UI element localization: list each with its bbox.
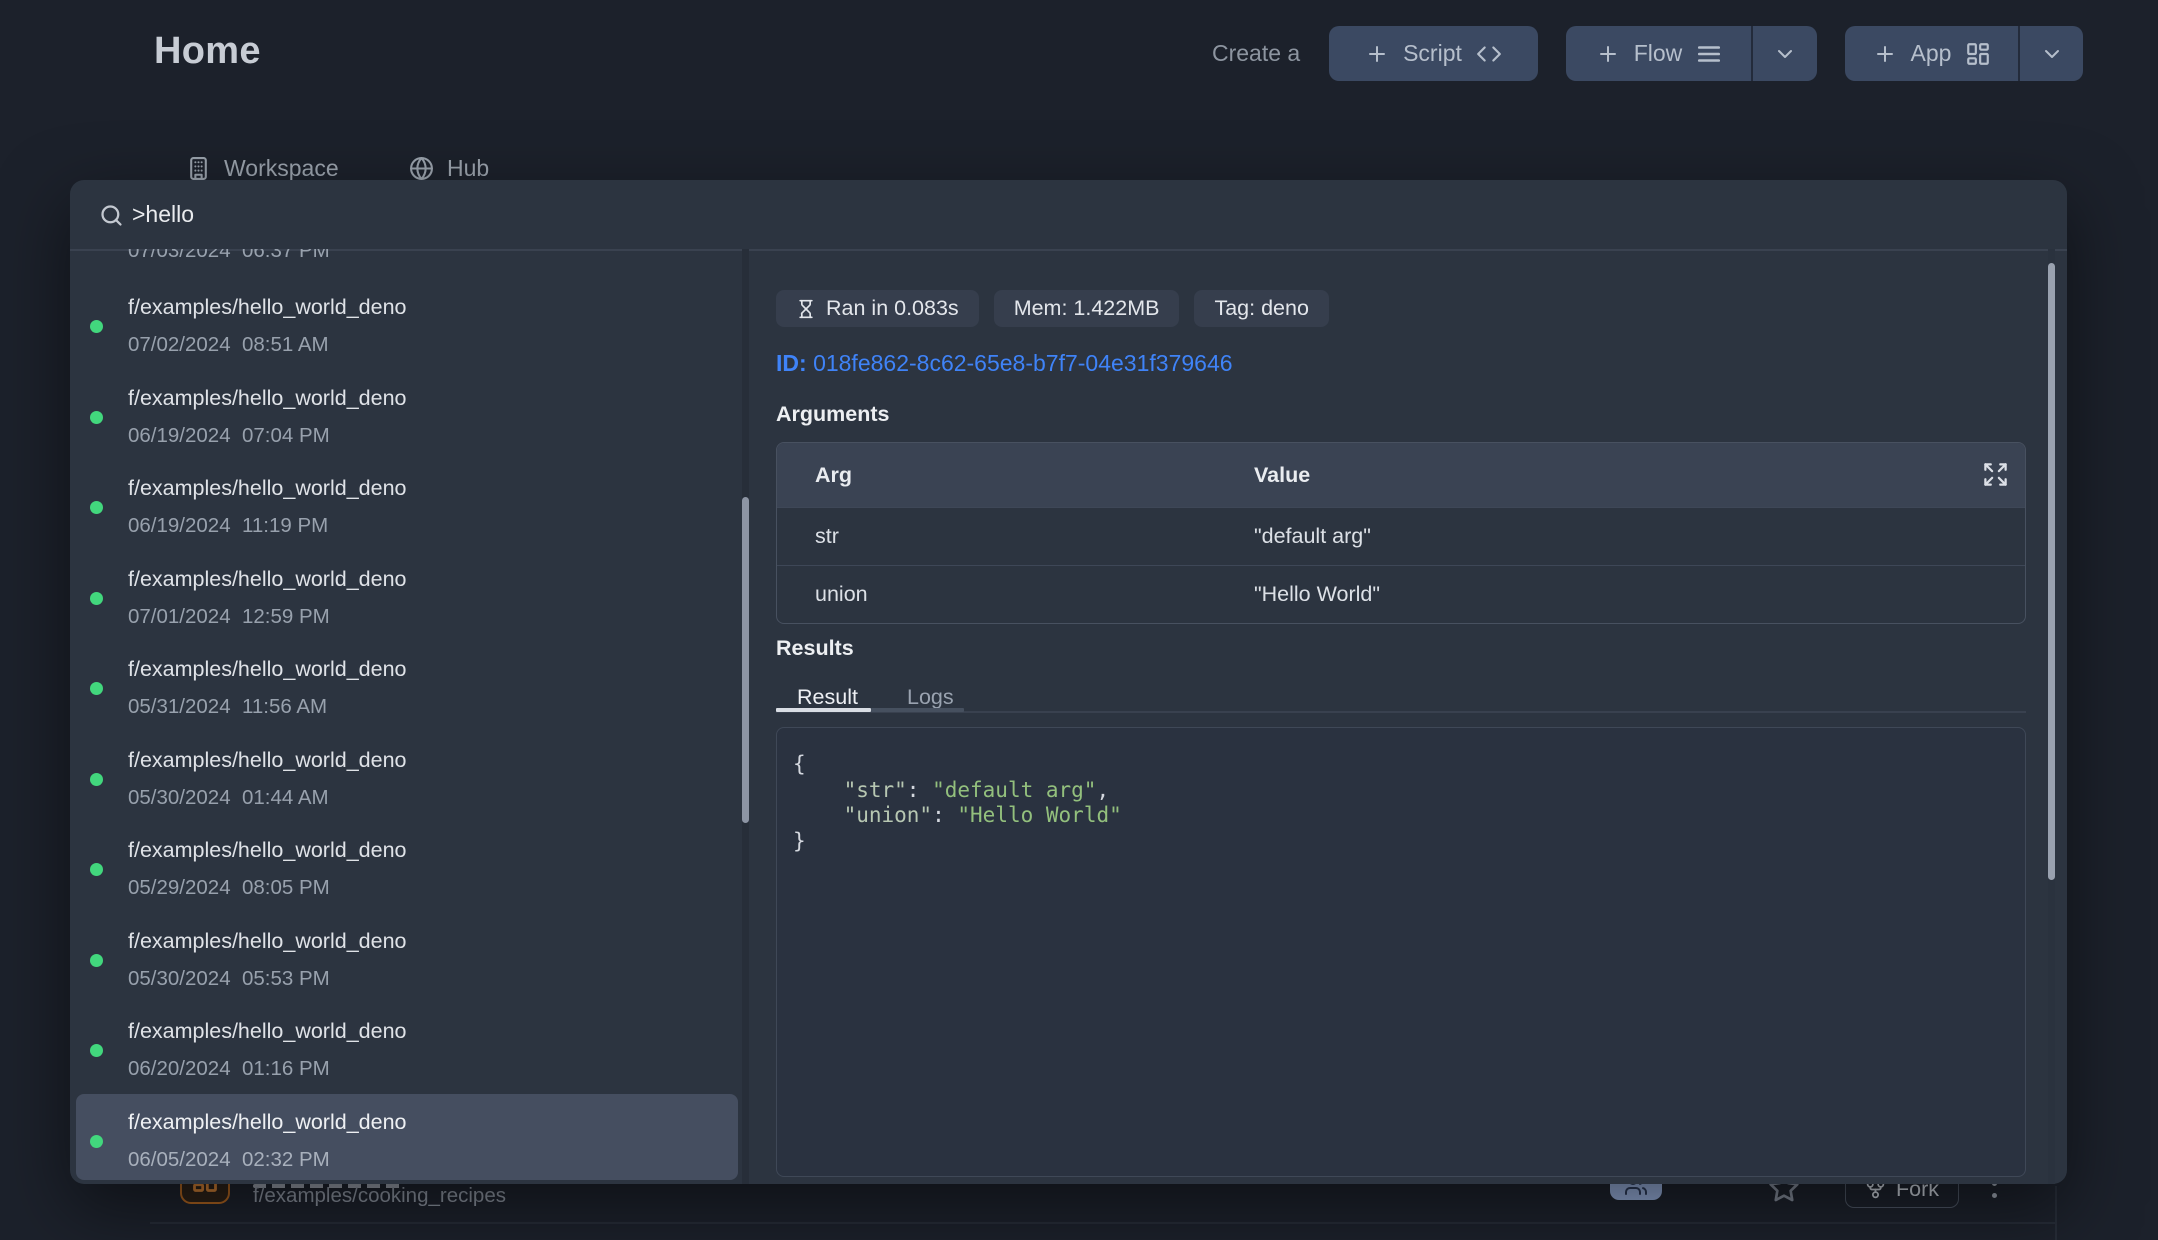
result-json-viewer: { "str": "default arg", "union": "Hello … — [776, 727, 2026, 1177]
runtime-badge-label: Ran in 0.083s — [826, 296, 959, 321]
expand-icon[interactable] — [1982, 461, 2009, 488]
run-id-link[interactable]: ID: 018fe862-8c62-65e8-b7f7-04e31f379646 — [776, 350, 1233, 377]
logs-tab-underline — [871, 708, 964, 712]
arg-name-cell: str — [777, 524, 1254, 549]
run-path: f/examples/hello_world_deno — [128, 1107, 406, 1137]
run-list-item[interactable]: f/examples/hello_world_deno 06/19/2024 1… — [70, 444, 744, 540]
dashboard-grid-icon — [1965, 41, 1991, 67]
workspace-tab-label: Workspace — [224, 155, 339, 182]
value-column-header: Value — [1254, 463, 1310, 488]
code-line: "union": "Hello World" — [793, 803, 2009, 829]
arg-value-cell: "Hello World" — [1254, 582, 1380, 607]
script-button-label: Script — [1403, 40, 1462, 67]
success-status-dot — [90, 863, 103, 876]
run-list-item[interactable]: f/examples/hello_world_deno 06/05/2024 0… — [70, 1078, 744, 1174]
run-path: f/examples/hello_world_deno — [128, 926, 406, 956]
hourglass-icon — [796, 299, 816, 319]
arguments-table-row: union"Hello World" — [777, 565, 2025, 623]
globe-icon — [409, 156, 434, 181]
code-icon — [1476, 41, 1502, 67]
runtime-badge: Ran in 0.083s — [776, 290, 979, 327]
create-a-label: Create a — [1212, 40, 1300, 67]
success-status-dot — [90, 411, 103, 424]
app-root: Home Create a Script Flow App Workspace … — [0, 0, 2158, 1240]
app-button-label: App — [1911, 40, 1952, 67]
building-icon — [186, 156, 211, 181]
success-status-dot — [90, 501, 103, 514]
run-path: f/examples/hello_world_deno — [128, 835, 406, 865]
run-list-item[interactable]: f/examples/hello_world_deno 06/20/2024 0… — [70, 987, 744, 1083]
arguments-table-header: Arg Value — [777, 443, 2025, 507]
run-path: f/examples/hello_world_deno — [128, 383, 406, 413]
hub-tab-label: Hub — [447, 155, 489, 182]
plus-icon — [1596, 42, 1620, 66]
run-path: f/examples/hello_world_deno — [128, 473, 406, 503]
plus-icon — [1365, 42, 1389, 66]
detail-scrollbar-thumb[interactable] — [2048, 263, 2055, 880]
run-list-item[interactable]: f/examples/hello_world_deno 05/29/2024 0… — [70, 806, 744, 902]
run-id-label: ID: — [776, 350, 807, 376]
run-path: f/examples/hello_world_deno — [128, 654, 406, 684]
run-path: f/examples/hello_world_deno — [128, 564, 406, 594]
code-line: "str": "default arg", — [793, 778, 2009, 804]
run-list-item[interactable]: f/examples/hello_world_deno 07/02/2024 0… — [70, 263, 744, 359]
arguments-table-row: str"default arg" — [777, 507, 2025, 565]
memory-badge-label: Mem: 1.422MB — [1014, 296, 1160, 321]
result-tab-active-underline — [776, 708, 871, 712]
chevron-down-icon — [1773, 42, 1797, 66]
chevron-down-icon — [2040, 42, 2064, 66]
memory-badge: Mem: 1.422MB — [994, 290, 1180, 327]
run-path: f/examples/hello_world_deno — [128, 745, 406, 775]
plus-icon — [1873, 42, 1897, 66]
run-list-item[interactable]: f/examples/hello_world_deno 05/31/2024 1… — [70, 625, 744, 721]
run-list-item[interactable]: f/examples/hello_world_deno 05/30/2024 0… — [70, 897, 744, 993]
arguments-heading: Arguments — [776, 402, 889, 427]
run-list-item[interactable]: f/examples/hello_world_deno 06/19/2024 0… — [70, 354, 744, 450]
run-list-item[interactable]: f/examples/hello_world_deno 05/30/2024 0… — [70, 716, 744, 812]
create-app-dropdown-button[interactable] — [2020, 26, 2083, 81]
tab-result[interactable]: Result — [797, 685, 858, 710]
create-flow-dropdown-button[interactable] — [1753, 26, 1817, 81]
code-line: { — [793, 752, 2009, 778]
app-path-label: f/examples/cooking_recipes — [253, 1183, 506, 1209]
create-flow-button[interactable]: Flow — [1566, 26, 1752, 81]
arg-name-cell: union — [777, 582, 1254, 607]
results-heading: Results — [776, 636, 854, 661]
success-status-dot — [90, 592, 103, 605]
page-title: Home — [154, 30, 261, 73]
run-id-value: 018fe862-8c62-65e8-b7f7-04e31f379646 — [813, 350, 1232, 376]
run-path: f/examples/hello_world_deno — [128, 1016, 406, 1046]
tag-badge: Tag: deno — [1194, 290, 1328, 327]
card-edge-line — [2055, 1186, 2057, 1240]
flow-lines-icon — [1696, 41, 1722, 67]
code-line: } — [793, 829, 2009, 855]
flow-button-label: Flow — [1634, 40, 1683, 67]
success-status-dot — [90, 1044, 103, 1057]
run-list-scrollbar-thumb[interactable] — [742, 497, 749, 823]
create-script-button[interactable]: Script — [1329, 26, 1538, 81]
success-status-dot — [90, 954, 103, 967]
success-status-dot — [90, 320, 103, 333]
run-list: 07/03/2024 06:37 PM f/examples/hello_wor… — [70, 249, 744, 1184]
success-status-dot — [90, 1135, 103, 1148]
success-status-dot — [90, 773, 103, 786]
search-icon — [98, 202, 125, 229]
run-stats-badges: Ran in 0.083s Mem: 1.422MB Tag: deno — [776, 290, 1329, 327]
tag-badge-label: Tag: deno — [1214, 296, 1308, 321]
search-input[interactable] — [132, 194, 1132, 234]
run-list-item[interactable]: f/examples/hello_world_deno 07/01/2024 1… — [70, 535, 744, 631]
arg-column-header: Arg — [777, 463, 1254, 488]
arguments-table-body: str"default arg"union"Hello World" — [777, 507, 2025, 623]
row-divider — [150, 1222, 2056, 1224]
create-app-button[interactable]: App — [1845, 26, 2019, 81]
run-datetime: 06/05/2024 02:32 PM — [128, 1145, 330, 1175]
arg-value-cell: "default arg" — [1254, 524, 1371, 549]
success-status-dot — [90, 682, 103, 695]
tab-logs[interactable]: Logs — [907, 685, 954, 710]
run-path: f/examples/hello_world_deno — [128, 292, 406, 322]
arguments-table: Arg Value str"default arg"union"Hello Wo… — [776, 442, 2026, 624]
command-palette-overlay: 07/03/2024 06:37 PM f/examples/hello_wor… — [70, 180, 2067, 1184]
